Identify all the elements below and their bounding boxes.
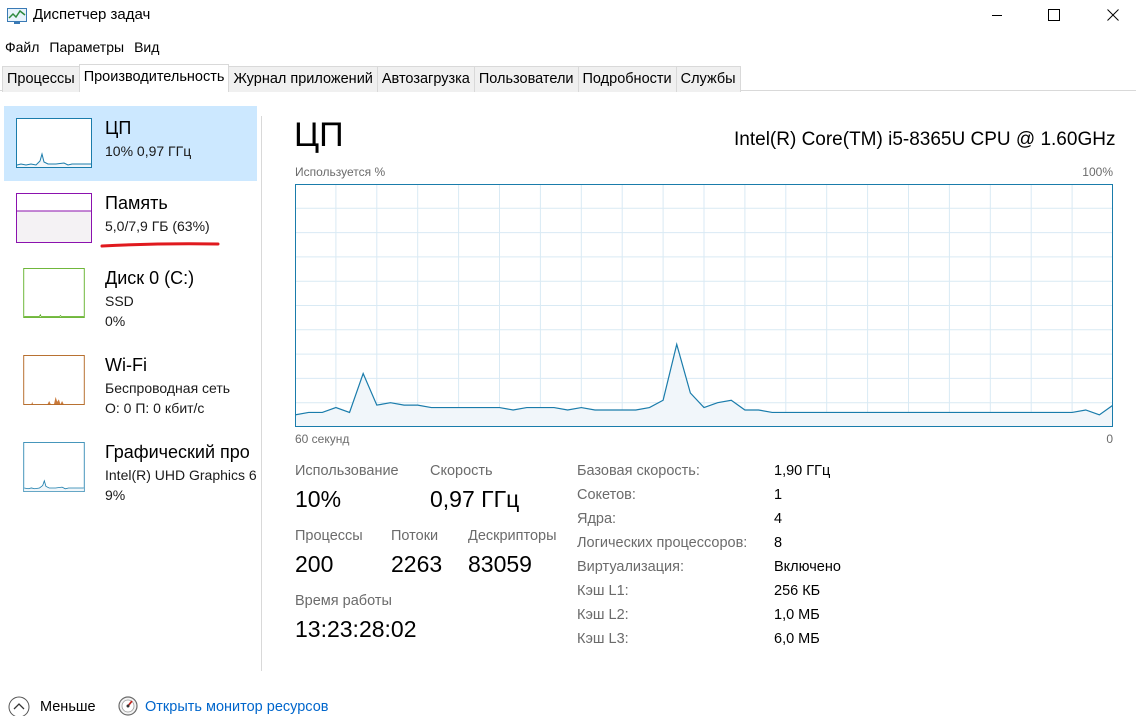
- sidebar-item-cpu[interactable]: ЦП 10% 0,97 ГГц: [4, 106, 257, 181]
- disk-thumbnail-graph: [16, 268, 92, 318]
- bottom-bar: Меньше Открыть монитор ресурсов: [0, 690, 1136, 716]
- chevron-up-icon[interactable]: [8, 696, 30, 716]
- speed-value: 0,97 ГГц: [430, 486, 520, 512]
- title-bar: Диспетчер задач: [0, 0, 1136, 32]
- minimize-button[interactable]: [974, 0, 1020, 32]
- sidebar-item-title: Графический про: [105, 442, 250, 462]
- graph-y-min: 0: [1106, 432, 1113, 446]
- cpu-model-name: Intel(R) Core(TM) i5-8365U CPU @ 1.60GHz: [734, 129, 1116, 150]
- spec-label-base-speed: Базовая скорость:: [577, 463, 700, 479]
- open-resource-monitor-link[interactable]: Открыть монитор ресурсов: [145, 699, 328, 715]
- uptime-value: 13:23:28:02: [295, 616, 417, 642]
- menu-options[interactable]: Параметры: [44, 36, 129, 58]
- spec-label-l2-cache: Кэш L2:: [577, 607, 629, 623]
- cpu-thumbnail-graph: [16, 118, 92, 168]
- spec-label-l3-cache: Кэш L3:: [577, 631, 629, 647]
- performance-sidebar: ЦП 10% 0,97 ГГц Память 5,0/7,9 ГБ (63%) …: [0, 104, 262, 674]
- window-title: Диспетчер задач: [33, 6, 151, 23]
- tab-performance[interactable]: Производительность: [78, 64, 230, 92]
- sidebar-item-subtitle: 9%: [105, 487, 126, 503]
- tab-users[interactable]: Пользователи: [473, 66, 579, 92]
- sidebar-item-disk[interactable]: Диск 0 (C:) SSD 0%: [4, 256, 257, 331]
- sidebar-item-subtitle: SSD: [105, 293, 134, 309]
- graph-y-label: Используется %: [295, 165, 386, 179]
- cpu-usage-graph: [295, 184, 1113, 427]
- red-underline-annotation: [100, 242, 220, 248]
- minimize-icon: [991, 8, 1003, 24]
- memory-thumbnail-graph: [16, 193, 92, 243]
- gpu-thumbnail-graph: [16, 442, 92, 492]
- sidebar-item-title: ЦП: [105, 118, 132, 138]
- sidebar-item-subtitle: Intel(R) UHD Graphics 6: [105, 467, 257, 483]
- spec-value-base-speed: 1,90 ГГц: [774, 463, 831, 479]
- sidebar-item-wifi[interactable]: Wi-Fi Беспроводная сеть О: 0 П: 0 кбит/с: [4, 343, 257, 418]
- menu-view[interactable]: Вид: [129, 36, 164, 58]
- uptime-label: Время работы: [295, 593, 392, 609]
- sidebar-item-gpu[interactable]: Графический про Intel(R) UHD Graphics 6 …: [4, 430, 257, 505]
- sidebar-divider: [261, 116, 262, 671]
- spec-value-cores: 4: [774, 511, 783, 527]
- tab-app-history[interactable]: Журнал приложений: [228, 66, 378, 92]
- usage-label: Использование: [295, 463, 399, 479]
- spec-label-virtualization: Виртуализация:: [577, 559, 685, 575]
- usage-value: 10%: [295, 486, 342, 512]
- speed-label: Скорость: [430, 463, 493, 479]
- wifi-thumbnail-graph: [16, 355, 92, 405]
- sidebar-item-title: Память: [105, 193, 168, 213]
- sidebar-item-memory[interactable]: Память 5,0/7,9 ГБ (63%): [4, 181, 257, 256]
- spec-value-l3-cache: 6,0 МБ: [774, 631, 820, 647]
- graph-x-label: 60 секунд: [295, 432, 350, 446]
- threads-value: 2263: [391, 551, 443, 577]
- sidebar-item-subtitle: Беспроводная сеть: [105, 380, 231, 396]
- spec-label-logical-processors: Логических процессоров:: [577, 535, 748, 551]
- task-manager-icon: [7, 8, 27, 24]
- spec-label-l1-cache: Кэш L1:: [577, 583, 629, 599]
- spec-value-l2-cache: 1,0 МБ: [774, 607, 820, 623]
- resource-monitor-icon: [118, 696, 138, 716]
- fewer-details-button[interactable]: Меньше: [40, 699, 96, 715]
- graph-y-max: 100%: [1082, 165, 1113, 179]
- spec-value-sockets: 1: [774, 487, 783, 503]
- sidebar-item-title: Диск 0 (C:): [105, 268, 195, 288]
- processes-label: Процессы: [295, 528, 363, 544]
- tab-services[interactable]: Службы: [675, 66, 741, 92]
- sidebar-item-subtitle: 10% 0,97 ГГц: [105, 143, 192, 159]
- spec-label-cores: Ядра:: [577, 511, 617, 527]
- tab-bar: Процессы Производительность Журнал прило…: [0, 63, 1136, 92]
- handles-value: 83059: [468, 551, 532, 577]
- processes-value: 200: [295, 551, 334, 577]
- menu-file[interactable]: Файл: [0, 36, 44, 58]
- spec-value-l1-cache: 256 КБ: [774, 583, 821, 599]
- menu-bar: Файл Параметры Вид: [0, 36, 164, 58]
- close-icon: [1107, 8, 1119, 24]
- tab-processes[interactable]: Процессы: [2, 66, 80, 92]
- page-title: ЦП: [294, 116, 344, 154]
- sidebar-item-subtitle: 5,0/7,9 ГБ (63%): [105, 218, 210, 234]
- maximize-button[interactable]: [1031, 0, 1077, 32]
- threads-label: Потоки: [391, 528, 439, 544]
- close-button[interactable]: [1090, 0, 1136, 32]
- tab-details[interactable]: Подробности: [577, 66, 677, 92]
- spec-value-virtualization: Включено: [774, 559, 841, 575]
- sidebar-item-subtitle: О: 0 П: 0 кбит/с: [105, 400, 205, 416]
- tab-startup[interactable]: Автозагрузка: [376, 66, 475, 92]
- sidebar-item-subtitle: 0%: [105, 313, 126, 329]
- handles-label: Дескрипторы: [468, 528, 557, 544]
- sidebar-item-title: Wi-Fi: [105, 355, 147, 375]
- spec-value-logical-processors: 8: [774, 535, 783, 551]
- maximize-icon: [1048, 8, 1060, 24]
- spec-label-sockets: Сокетов:: [577, 487, 636, 503]
